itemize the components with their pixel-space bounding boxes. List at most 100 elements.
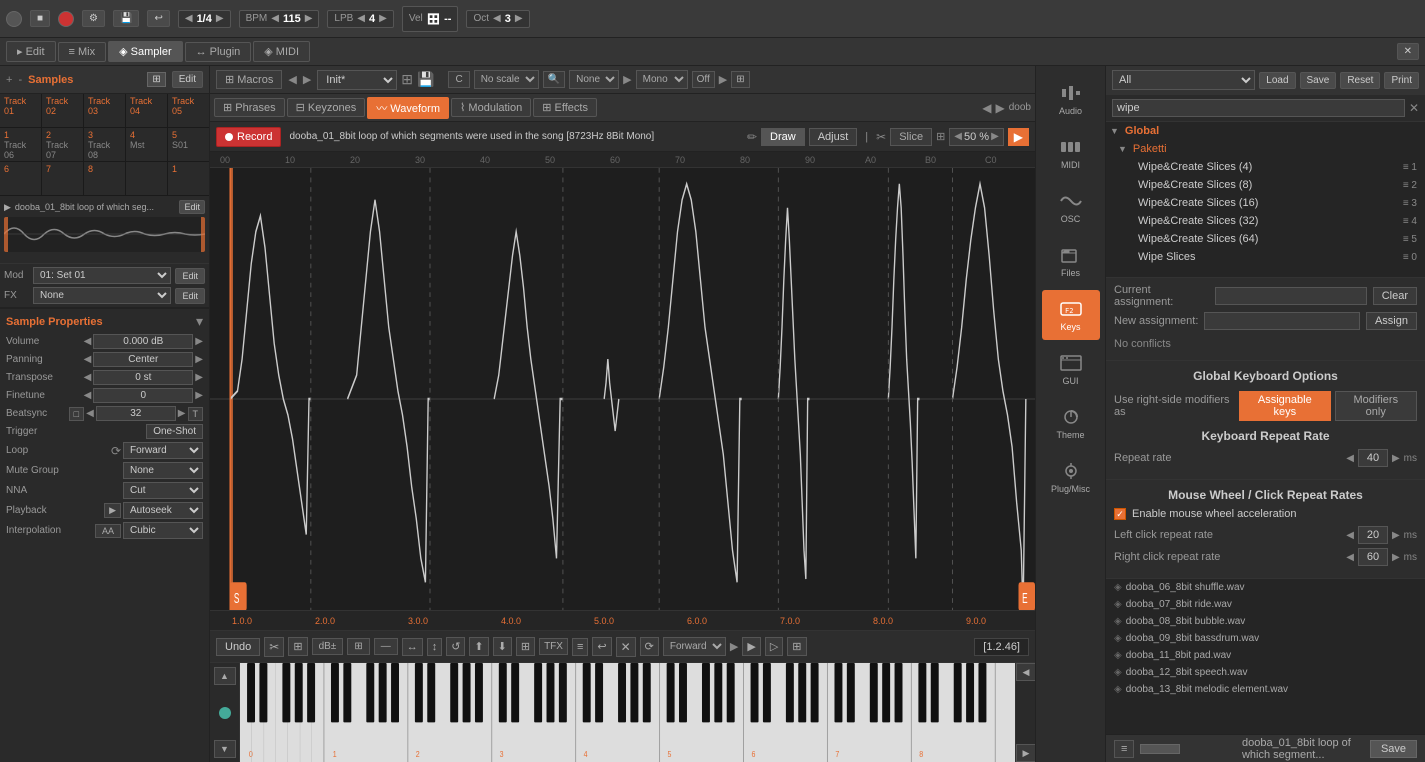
tab-modulation[interactable]: ⌇ Modulation xyxy=(451,98,531,117)
tab-effects[interactable]: ⊞ Effects xyxy=(533,98,597,117)
sidebar-gui[interactable]: GUI xyxy=(1042,344,1100,394)
volume-arrow-r[interactable]: ▶ xyxy=(195,336,203,347)
scissors-icon[interactable]: ✂ xyxy=(876,130,886,144)
more-arrow[interactable]: ▶ xyxy=(719,73,727,86)
tool8-btn[interactable]: ↩ xyxy=(592,637,611,656)
beatsync-t-btn[interactable]: T xyxy=(188,407,204,421)
sidebar-audio[interactable]: Audio xyxy=(1042,74,1100,124)
right-click-arrow-r[interactable]: ▶ xyxy=(1392,552,1400,563)
tool2-btn[interactable]: ↕ xyxy=(427,638,443,656)
oct-arrow-l[interactable]: ◀ xyxy=(493,13,501,24)
left-click-arrow-r[interactable]: ▶ xyxy=(1392,530,1400,541)
play-orange-btn[interactable]: ▶ xyxy=(1008,128,1029,146)
volume-mini-bar[interactable] xyxy=(1140,744,1180,754)
scale-select[interactable]: No scale xyxy=(474,70,539,89)
adjust-btn[interactable]: Adjust xyxy=(809,128,858,146)
peak-btn[interactable]: ⊞ xyxy=(347,638,369,655)
play-sample-btn[interactable]: ▶ xyxy=(4,202,11,213)
assign-btn[interactable]: Assign xyxy=(1366,312,1417,330)
track-cell-8[interactable]: 8 xyxy=(84,162,126,195)
bpm-arrow-r[interactable]: ▶ xyxy=(305,13,313,24)
props-toggle-btn[interactable]: ▾ xyxy=(196,313,203,330)
init-load-btn[interactable]: ⊞ xyxy=(401,71,413,88)
none-select[interactable]: None xyxy=(569,70,619,89)
finetune-arrow-r[interactable]: ▶ xyxy=(195,390,203,401)
wf-arrow-r[interactable]: ▶ xyxy=(996,101,1005,115)
reset-btn[interactable]: Reset xyxy=(1340,72,1380,89)
pencil-icon[interactable]: ✏ xyxy=(747,130,757,144)
extra-btn[interactable]: ⊞ xyxy=(731,71,749,88)
tab-midi[interactable]: ◈ MIDI xyxy=(253,41,310,62)
panning-arrow-l[interactable]: ◀ xyxy=(84,354,92,365)
draw-btn[interactable]: Draw xyxy=(761,128,805,146)
file-item-3[interactable]: ◈ dooba_09_8bit bassdrum.wav xyxy=(1106,630,1425,647)
beatsync-toggle[interactable]: □ xyxy=(69,407,84,421)
db-btn[interactable]: dB± xyxy=(312,638,344,655)
loop-select[interactable]: Forward xyxy=(123,442,203,459)
play3-btn[interactable]: ⊞ xyxy=(787,637,806,656)
finetune-arrow-l[interactable]: ◀ xyxy=(84,390,92,401)
undo-btn[interactable]: ↩ xyxy=(147,10,169,27)
file-item-1[interactable]: ◈ dooba_07_8bit ride.wav xyxy=(1106,596,1425,613)
slice-btn[interactable]: Slice xyxy=(890,128,932,146)
mod-select[interactable]: 01: Set 01 xyxy=(33,267,171,284)
track-cell-7[interactable]: 7 xyxy=(42,162,84,195)
save-keybindings-btn[interactable]: Save xyxy=(1300,72,1337,89)
track-cell-05[interactable]: Track 05 xyxy=(168,94,209,127)
sample-edit-btn[interactable]: Edit xyxy=(179,200,205,214)
search-scale-btn[interactable]: 🔍 xyxy=(543,71,565,88)
copy-btn[interactable]: ⊞ xyxy=(288,637,307,656)
repeat-rate-arrow-r[interactable]: ▶ xyxy=(1392,453,1400,464)
slice-settings-icon[interactable]: ⊞ xyxy=(936,130,945,143)
play2-btn[interactable]: ▷ xyxy=(765,637,783,656)
keys-search-input[interactable] xyxy=(1112,99,1405,117)
pattern-arrow-r[interactable]: ▶ xyxy=(216,13,224,24)
remove-track-btn[interactable]: - xyxy=(18,74,22,86)
bottom-save-btn[interactable]: Save xyxy=(1370,740,1417,758)
undo-btn[interactable]: Undo xyxy=(216,638,260,656)
enable-wheel-checkbox[interactable]: ✓ xyxy=(1114,508,1126,520)
tree-item-1[interactable]: Wipe&Create Slices (8) ≡ 2 xyxy=(1106,176,1425,194)
tree-paketti[interactable]: ▼ Paketti xyxy=(1106,140,1425,158)
sample-waveform-row[interactable]: ▶ dooba_01_8bit loop of which seg... Edi… xyxy=(0,196,209,264)
track-cell-2[interactable]: 2 Track 07 xyxy=(42,128,84,161)
fx-edit-btn[interactable]: Edit xyxy=(175,288,205,304)
pct-arrow-r[interactable]: ▶ xyxy=(991,131,999,142)
tab-plugin[interactable]: ↔ Plugin xyxy=(185,42,252,62)
new-assignment-input[interactable] xyxy=(1204,312,1360,330)
tfx-btn[interactable]: TFX xyxy=(539,638,568,655)
fx-select[interactable]: None xyxy=(33,287,171,304)
track-cell-mst[interactable]: 4 Mst xyxy=(126,128,168,161)
left-click-arrow-l[interactable]: ◀ xyxy=(1346,530,1354,541)
tab-edit[interactable]: ▸ Edit xyxy=(6,41,56,62)
tab-keyzones[interactable]: ⊟ Keyzones xyxy=(287,98,366,117)
all-select[interactable]: All xyxy=(1112,70,1255,90)
track-cell-1b[interactable]: 1 xyxy=(168,162,209,195)
piano-scroll-down[interactable]: ▼ xyxy=(214,740,236,758)
tab-mix[interactable]: ≡ Mix xyxy=(58,42,107,62)
scale-select-c[interactable]: C xyxy=(448,71,469,88)
forward-select[interactable]: Forward xyxy=(663,637,726,656)
tree-item-4[interactable]: Wipe&Create Slices (64) ≡ 5 xyxy=(1106,230,1425,248)
mod-edit-btn[interactable]: Edit xyxy=(175,268,205,284)
file-item-4[interactable]: ◈ dooba_11_8bit pad.wav xyxy=(1106,647,1425,664)
piano-scroll-up[interactable]: ▲ xyxy=(214,667,236,685)
tool4-btn[interactable]: ⬆ xyxy=(469,637,488,656)
stop-btn[interactable]: ■ xyxy=(30,10,50,27)
tree-item-3[interactable]: Wipe&Create Slices (32) ≡ 4 xyxy=(1106,212,1425,230)
track-cell-empty1[interactable] xyxy=(126,162,168,195)
tab-phrases[interactable]: ⊞ Phrases xyxy=(214,98,285,117)
mono-select[interactable]: Mono xyxy=(636,70,688,89)
bottom-icon1[interactable]: ≡ xyxy=(1114,740,1134,758)
cut-btn[interactable]: ✂ xyxy=(264,637,284,657)
lpb-arrow-l[interactable]: ◀ xyxy=(357,13,365,24)
minus-btn[interactable]: — xyxy=(374,638,398,655)
load-btn[interactable]: Load xyxy=(1259,72,1295,89)
loop-icon-btn[interactable]: ⟳ xyxy=(640,637,659,656)
nna-select[interactable]: Cut xyxy=(123,482,203,499)
sidebar-midi[interactable]: MIDI xyxy=(1042,128,1100,178)
pattern-arrow-l[interactable]: ◀ xyxy=(185,13,193,24)
close-panel-btn[interactable]: ✕ xyxy=(1397,43,1419,60)
samples-view-btn[interactable]: ⊞ xyxy=(147,72,165,87)
note-arrow[interactable]: ▶ xyxy=(623,73,631,86)
